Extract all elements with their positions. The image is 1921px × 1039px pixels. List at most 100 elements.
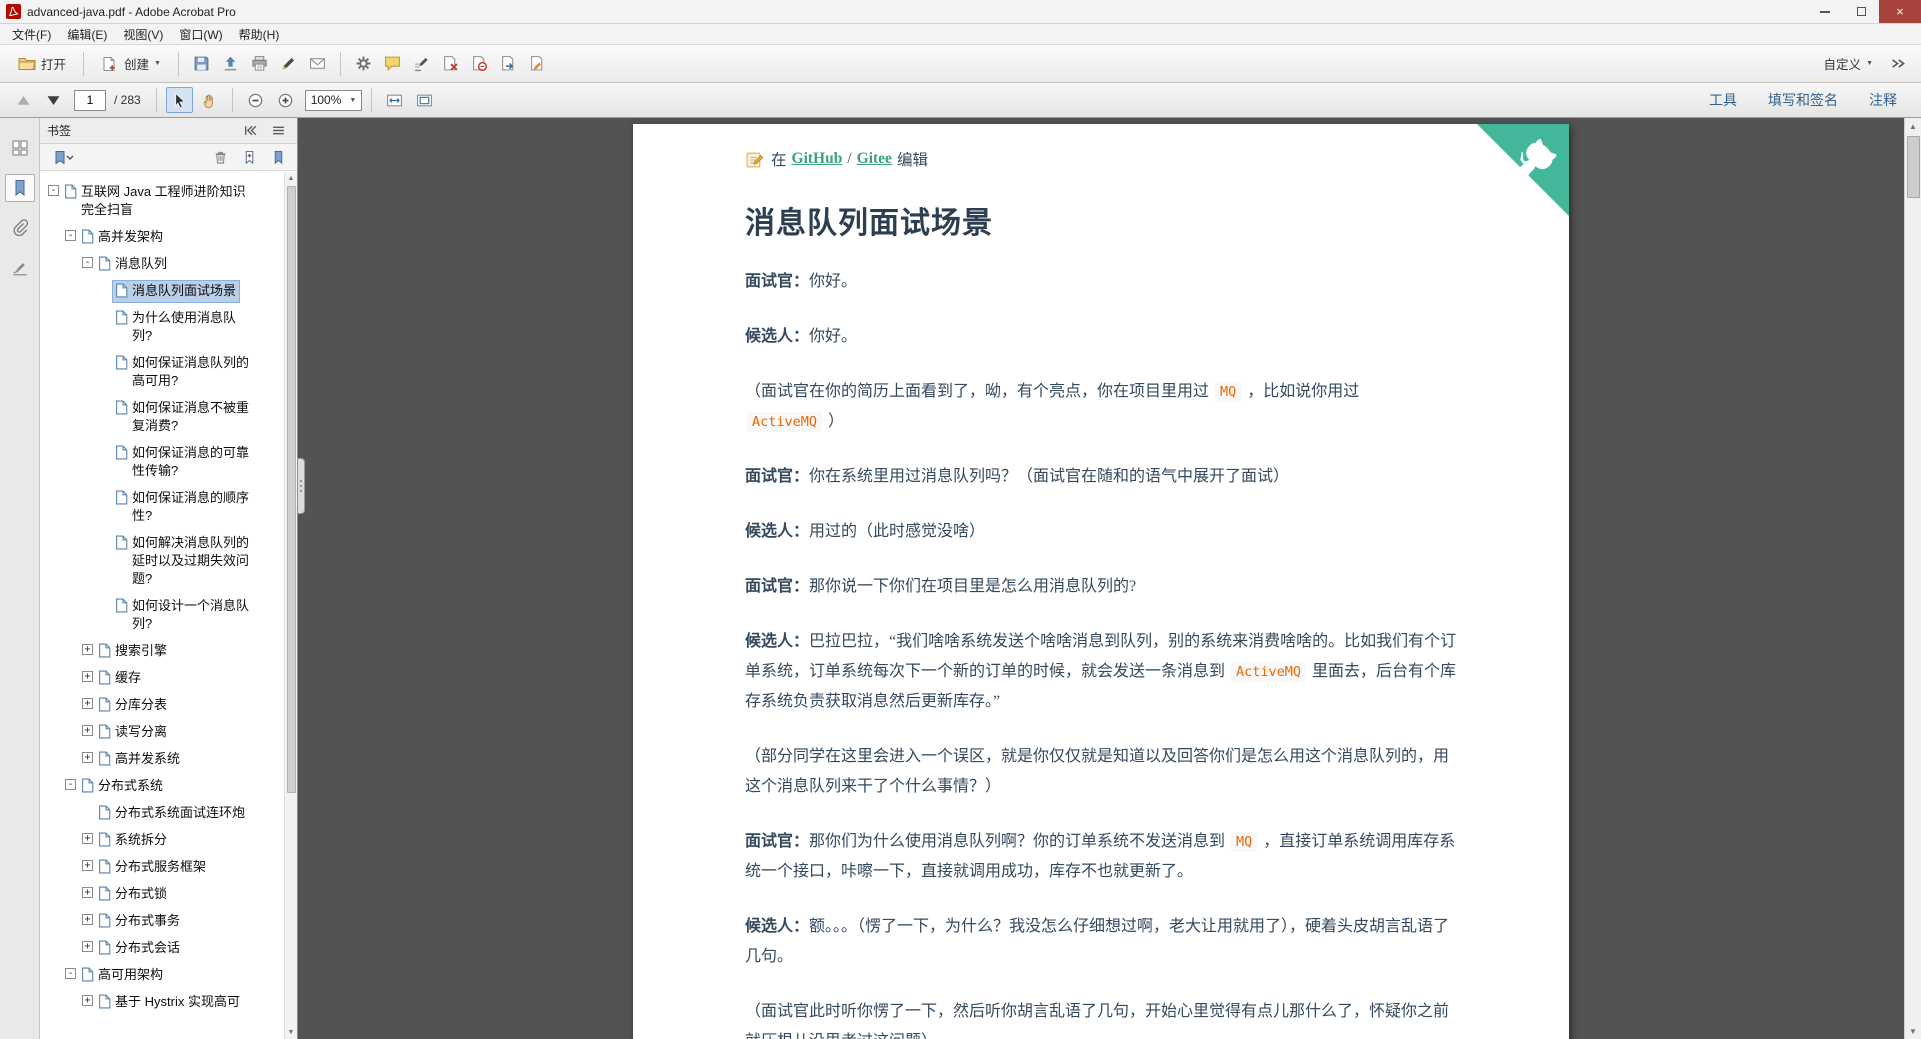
- menu-item[interactable]: 视图(V): [115, 24, 171, 44]
- bookmark-item[interactable]: + 分布式锁: [40, 878, 253, 905]
- comment-pane-button[interactable]: 注释: [1855, 90, 1911, 110]
- sign-button[interactable]: [275, 51, 302, 77]
- menu-item[interactable]: 文件(F): [4, 24, 59, 44]
- bookmark-options-button[interactable]: [47, 146, 81, 168]
- bookmarks-panel-button[interactable]: [4, 174, 35, 202]
- panel-menu-button[interactable]: [266, 120, 290, 142]
- menu-item[interactable]: 窗口(W): [171, 24, 230, 44]
- scroll-down-icon[interactable]: ▼: [285, 1026, 298, 1039]
- save-button[interactable]: [188, 51, 215, 77]
- email-button[interactable]: [304, 51, 331, 77]
- bookmark-item[interactable]: - 分布式系统: [40, 770, 253, 797]
- menu-item[interactable]: 编辑(E): [59, 24, 115, 44]
- stamp-button[interactable]: [466, 51, 493, 77]
- collapse-icon[interactable]: -: [65, 968, 76, 979]
- bookmark-item[interactable]: 如何设计一个消息队列?: [40, 590, 253, 635]
- new-bookmark-button[interactable]: [237, 146, 261, 168]
- panel-collapse-button[interactable]: [238, 120, 262, 142]
- print-button[interactable]: [246, 51, 273, 77]
- collapse-icon[interactable]: -: [65, 230, 76, 241]
- expand-icon[interactable]: +: [82, 995, 93, 1006]
- toolbar-expand-button[interactable]: [1884, 51, 1911, 77]
- bookmark-item[interactable]: 为什么使用消息队列?: [40, 302, 253, 347]
- close-button[interactable]: ×: [1879, 0, 1921, 23]
- bookmark-item[interactable]: + 读写分离: [40, 716, 253, 743]
- github-corner-icon[interactable]: [1477, 124, 1569, 216]
- scroll-up-icon[interactable]: ▲: [1905, 118, 1921, 134]
- select-tool-button[interactable]: [165, 87, 193, 113]
- tools-pane-button[interactable]: 工具: [1695, 90, 1751, 110]
- delete-bookmark-button[interactable]: [208, 146, 232, 168]
- document-scrollbar[interactable]: ▲ ▼: [1904, 118, 1921, 1039]
- share-button[interactable]: [217, 51, 244, 77]
- expand-icon[interactable]: +: [82, 671, 93, 682]
- bookmark-item[interactable]: 如何保证消息的可靠性传输?: [40, 437, 253, 482]
- create-button[interactable]: 创建 ▼: [93, 50, 169, 77]
- expand-icon[interactable]: +: [82, 941, 93, 952]
- bookmark-item[interactable]: + 缓存: [40, 662, 253, 689]
- bookmark-item[interactable]: + 分布式会话: [40, 932, 253, 959]
- panel-splitter-handle[interactable]: [298, 458, 305, 514]
- bookmark-item[interactable]: - 高可用架构: [40, 959, 253, 986]
- bookmark-item[interactable]: - 互联网 Java 工程师进阶知识完全扫盲: [40, 176, 253, 221]
- zoom-level-dropdown[interactable]: 100% ▼: [304, 89, 363, 111]
- bookmark-item[interactable]: 如何保证消息不被重复消费?: [40, 392, 253, 437]
- bookmark-item[interactable]: - 消息队列: [40, 248, 253, 275]
- expand-icon[interactable]: +: [82, 698, 93, 709]
- maximize-button[interactable]: [1843, 0, 1879, 23]
- bookmark-item[interactable]: 如何解决消息队列的延时以及过期失效问题?: [40, 527, 253, 590]
- signatures-panel-button[interactable]: [5, 254, 35, 282]
- bookmark-item[interactable]: - 高并发架构: [40, 221, 253, 248]
- bookmark-item[interactable]: + 分布式服务框架: [40, 851, 253, 878]
- expand-icon[interactable]: +: [82, 914, 93, 925]
- expand-icon[interactable]: +: [82, 860, 93, 871]
- bookmark-item[interactable]: + 高并发系统: [40, 743, 253, 770]
- bookmark-item[interactable]: + 分布式事务: [40, 905, 253, 932]
- scrollbar-thumb[interactable]: [1906, 136, 1920, 198]
- bookmark-item[interactable]: + 搜索引擎: [40, 635, 253, 662]
- bookmarks-scrollbar[interactable]: ▲ ▼: [284, 172, 297, 1039]
- scroll-up-icon[interactable]: ▲: [285, 172, 298, 185]
- collapse-icon[interactable]: -: [82, 257, 93, 268]
- github-link[interactable]: GitHub: [792, 150, 843, 168]
- gitee-link[interactable]: Gitee: [857, 150, 892, 168]
- customize-button[interactable]: 自定义 ▼: [1816, 50, 1881, 77]
- expand-icon[interactable]: +: [82, 887, 93, 898]
- bookmark-item[interactable]: 分布式系统面试连环炮: [40, 797, 253, 824]
- bookmark-item[interactable]: + 系统拆分: [40, 824, 253, 851]
- comment-bubble-button[interactable]: [379, 51, 406, 77]
- open-button[interactable]: 打开: [10, 50, 74, 77]
- bookmark-item[interactable]: + 分库分表: [40, 689, 253, 716]
- expand-icon[interactable]: +: [82, 752, 93, 763]
- next-page-button[interactable]: [40, 87, 67, 113]
- fill-sign-pane-button[interactable]: 填写和签名: [1754, 90, 1852, 110]
- scroll-down-icon[interactable]: ▼: [1905, 1023, 1921, 1039]
- bookmark-item[interactable]: 消息队列面试场景: [40, 275, 253, 303]
- bookmark-item[interactable]: 如何保证消息队列的高可用?: [40, 347, 253, 392]
- gear-button[interactable]: [350, 51, 377, 77]
- minimize-button[interactable]: [1807, 0, 1843, 23]
- fill-sign-button[interactable]: [408, 51, 435, 77]
- bookmark-item[interactable]: 如何保证消息的顺序性?: [40, 482, 253, 527]
- expand-icon[interactable]: +: [82, 725, 93, 736]
- scrollbar-thumb[interactable]: [286, 186, 296, 793]
- bookmark-settings-button[interactable]: [266, 146, 290, 168]
- collapse-icon[interactable]: -: [65, 779, 76, 790]
- previous-page-button[interactable]: [10, 87, 37, 113]
- export-document-button[interactable]: [495, 51, 522, 77]
- expand-icon[interactable]: +: [82, 644, 93, 655]
- reject-document-button[interactable]: [437, 51, 464, 77]
- fit-page-button[interactable]: [411, 87, 438, 113]
- edit-document-button[interactable]: [524, 51, 551, 77]
- fit-width-button[interactable]: [381, 87, 408, 113]
- zoom-in-button[interactable]: [272, 87, 299, 113]
- collapse-icon[interactable]: -: [48, 185, 59, 196]
- expand-icon[interactable]: +: [82, 833, 93, 844]
- page-thumbnails-button[interactable]: [5, 134, 35, 162]
- bookmark-item[interactable]: + 基于 Hystrix 实现高可: [40, 986, 253, 1013]
- attachments-panel-button[interactable]: [5, 214, 35, 242]
- page-number-input[interactable]: [74, 89, 106, 111]
- menu-item[interactable]: 帮助(H): [231, 24, 288, 44]
- hand-tool-button[interactable]: [196, 87, 223, 113]
- zoom-out-button[interactable]: [242, 87, 269, 113]
